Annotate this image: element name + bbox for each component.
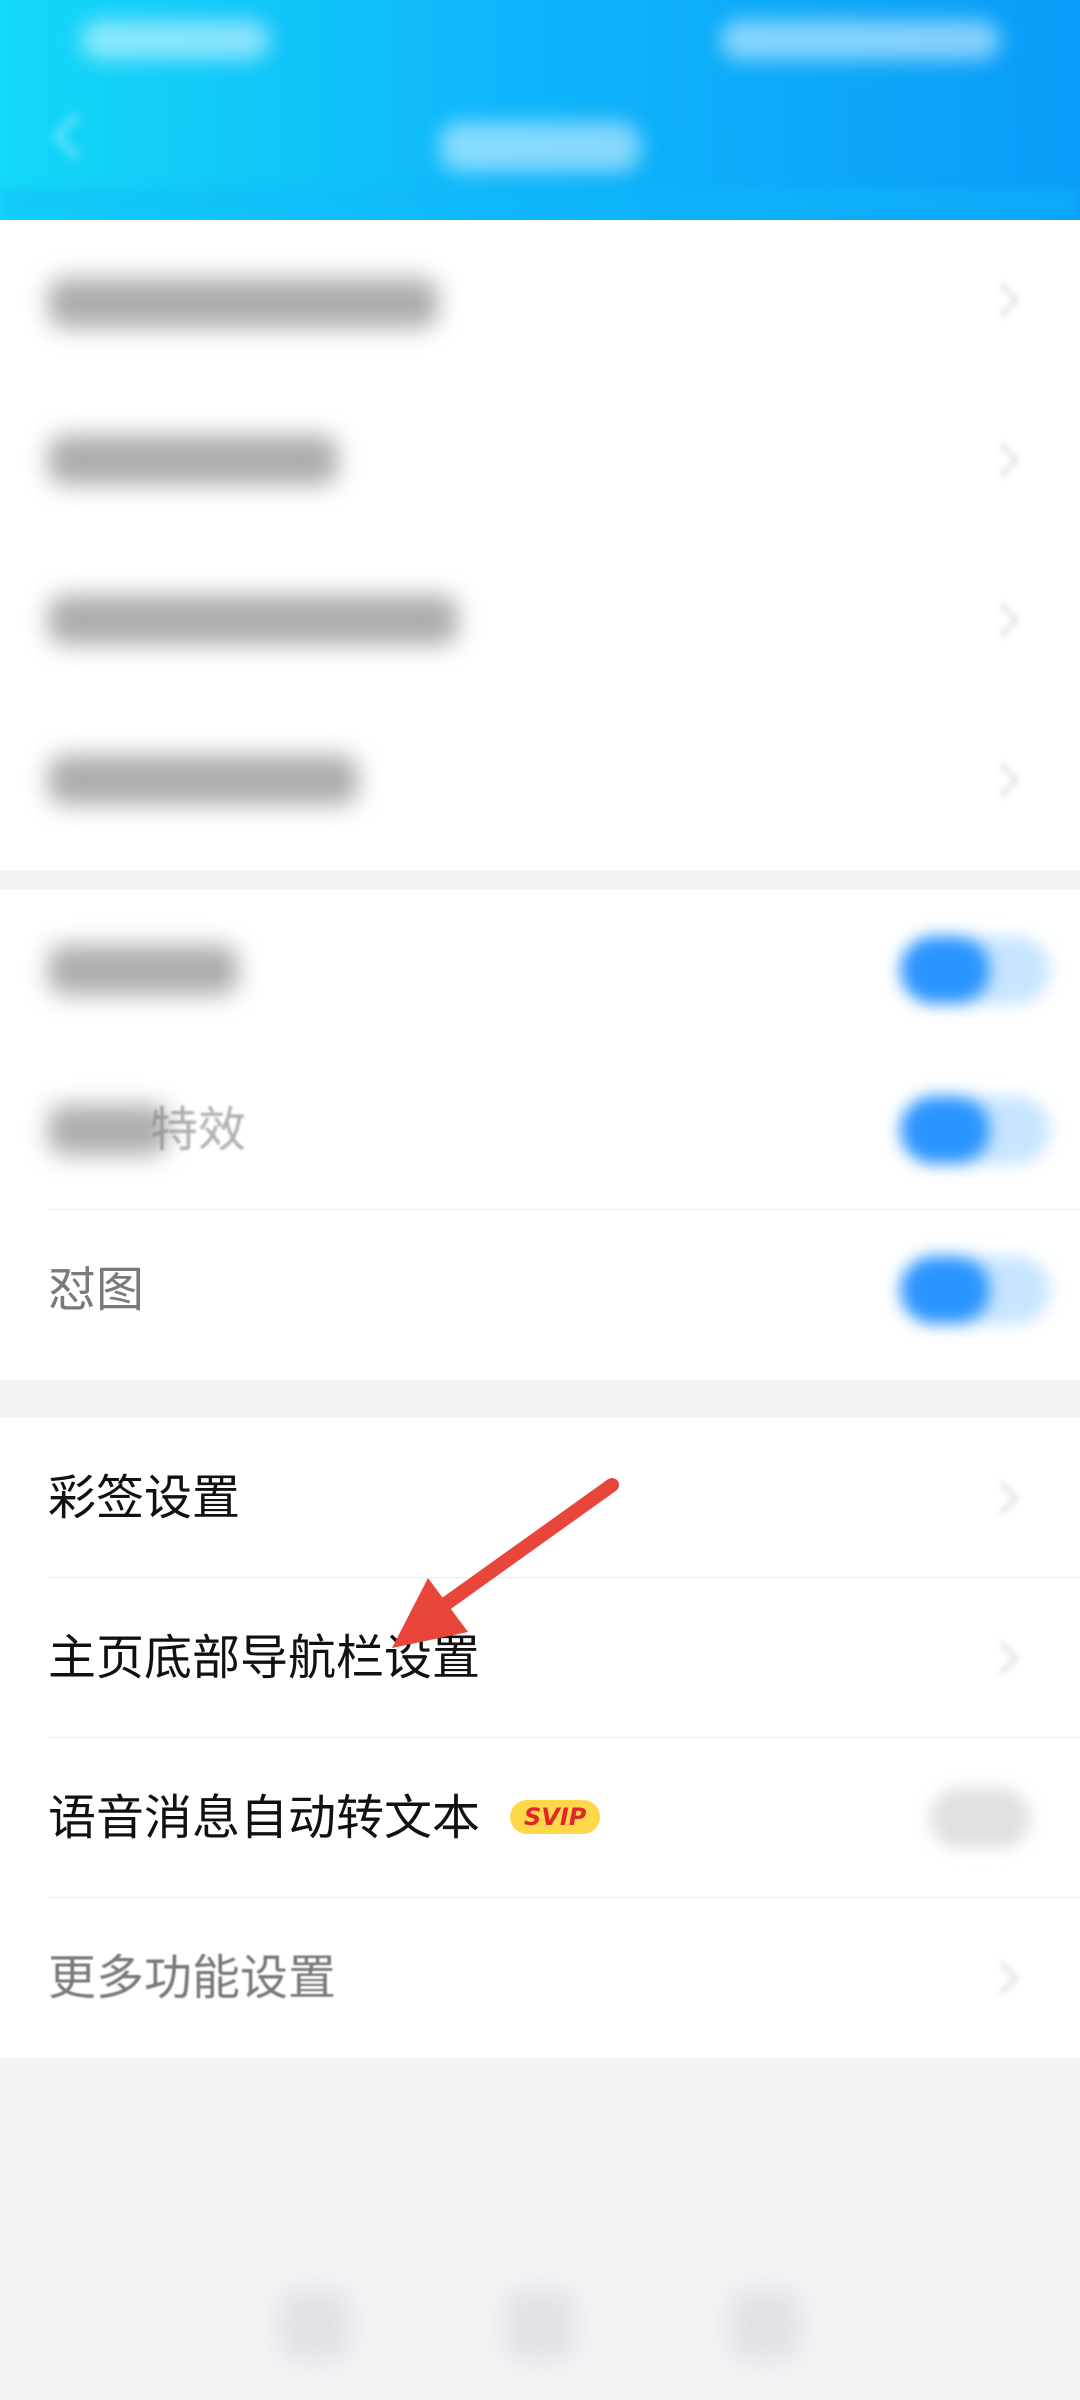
home-nav-icon[interactable]: [505, 2290, 575, 2360]
blurred-label: [48, 755, 358, 805]
settings-row[interactable]: [0, 890, 1080, 1050]
settings-group-3: 彩签设置 主页底部导航栏设置 语音消息自动转文本 SVIP 更多功能设置: [0, 1418, 1080, 2058]
row-label: 怼图: [48, 1262, 145, 1318]
settings-row[interactable]: 特效: [0, 1050, 1080, 1210]
toggle-switch[interactable]: [930, 1788, 1030, 1848]
chevron-right-icon: [985, 763, 1019, 797]
settings-row-color-tag[interactable]: 彩签设置: [0, 1418, 1080, 1578]
toggle-switch[interactable]: [900, 1256, 1050, 1324]
chevron-right-icon: [985, 1481, 1019, 1515]
settings-row[interactable]: [0, 380, 1080, 540]
row-label: 彩签设置: [48, 1470, 241, 1526]
back-nav-icon[interactable]: [280, 2290, 350, 2360]
settings-row[interactable]: [0, 700, 1080, 860]
row-label: 语音消息自动转文本: [48, 1790, 481, 1846]
toggle-switch[interactable]: [900, 1096, 1050, 1164]
chevron-right-icon: [985, 1641, 1019, 1675]
page-title: [440, 122, 640, 172]
blurred-label: [48, 595, 458, 645]
settings-group-2: 特效 怼图: [0, 890, 1080, 1380]
settings-row-voice-to-text[interactable]: 语音消息自动转文本 SVIP: [0, 1738, 1080, 1898]
row-label: 主页底部导航栏设置: [48, 1630, 481, 1686]
chevron-right-icon: [985, 283, 1019, 317]
settings-row-bottom-nav[interactable]: 主页底部导航栏设置: [0, 1578, 1080, 1738]
chevron-right-icon: [985, 603, 1019, 637]
toggle-knob: [900, 1096, 990, 1164]
status-icons: [720, 20, 1000, 60]
toggle-knob: [900, 936, 990, 1004]
settings-row[interactable]: [0, 220, 1080, 380]
svip-badge: SVIP: [510, 1800, 601, 1834]
blurred-label: [48, 435, 338, 485]
chevron-right-icon: [985, 1961, 1019, 1995]
settings-row[interactable]: 怼图: [0, 1210, 1080, 1370]
settings-row-more[interactable]: 更多功能设置: [0, 1898, 1080, 2058]
row-label: 特效: [150, 1102, 247, 1158]
toggle-switch[interactable]: [900, 936, 1050, 1004]
recents-nav-icon[interactable]: [730, 2290, 800, 2360]
settings-row[interactable]: [0, 540, 1080, 700]
system-navbar: [0, 2250, 1080, 2400]
blurred-label: [48, 278, 438, 328]
blurred-label: [48, 945, 238, 995]
toggle-knob: [900, 1256, 990, 1324]
back-icon[interactable]: [53, 113, 100, 160]
row-label: 更多功能设置: [48, 1950, 337, 2006]
settings-group-1: [0, 220, 1080, 870]
status-time: [80, 20, 270, 60]
chevron-right-icon: [985, 443, 1019, 477]
